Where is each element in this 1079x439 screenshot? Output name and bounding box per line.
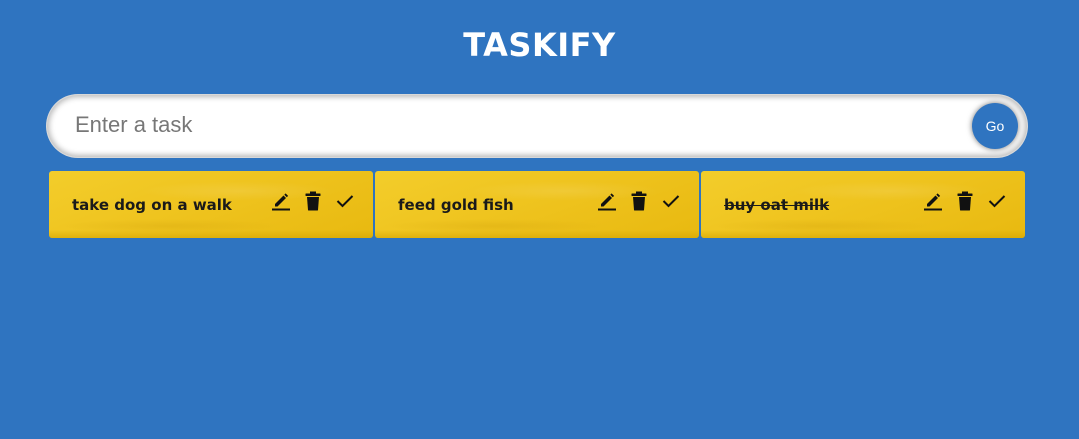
task-card: buy oat milk (701, 171, 1025, 238)
task-text: take dog on a walk (72, 196, 232, 214)
task-input-form: Go (47, 95, 1027, 157)
task-input[interactable] (75, 95, 955, 155)
check-icon[interactable] (335, 191, 355, 211)
task-text: feed gold fish (398, 196, 514, 214)
card-shade (375, 230, 699, 238)
taskify-app: TASKIFY Go take dog on a walk (0, 0, 1079, 439)
task-actions (271, 191, 355, 211)
task-actions (923, 191, 1007, 211)
go-button[interactable]: Go (972, 103, 1018, 149)
card-shade (49, 230, 373, 238)
delete-icon[interactable] (629, 191, 649, 211)
check-icon[interactable] (987, 191, 1007, 211)
task-text: buy oat milk (724, 196, 830, 214)
task-card: take dog on a walk (49, 171, 373, 238)
edit-icon[interactable] (923, 191, 943, 211)
task-actions (597, 191, 681, 211)
app-title: TASKIFY (463, 26, 616, 64)
delete-icon[interactable] (955, 191, 975, 211)
task-card: feed gold fish (375, 171, 699, 238)
edit-icon[interactable] (271, 191, 291, 211)
card-shade (701, 230, 1025, 238)
delete-icon[interactable] (303, 191, 323, 211)
task-list: take dog on a walk feed gold fish buy oa… (49, 171, 1026, 238)
edit-icon[interactable] (597, 191, 617, 211)
check-icon[interactable] (661, 191, 681, 211)
